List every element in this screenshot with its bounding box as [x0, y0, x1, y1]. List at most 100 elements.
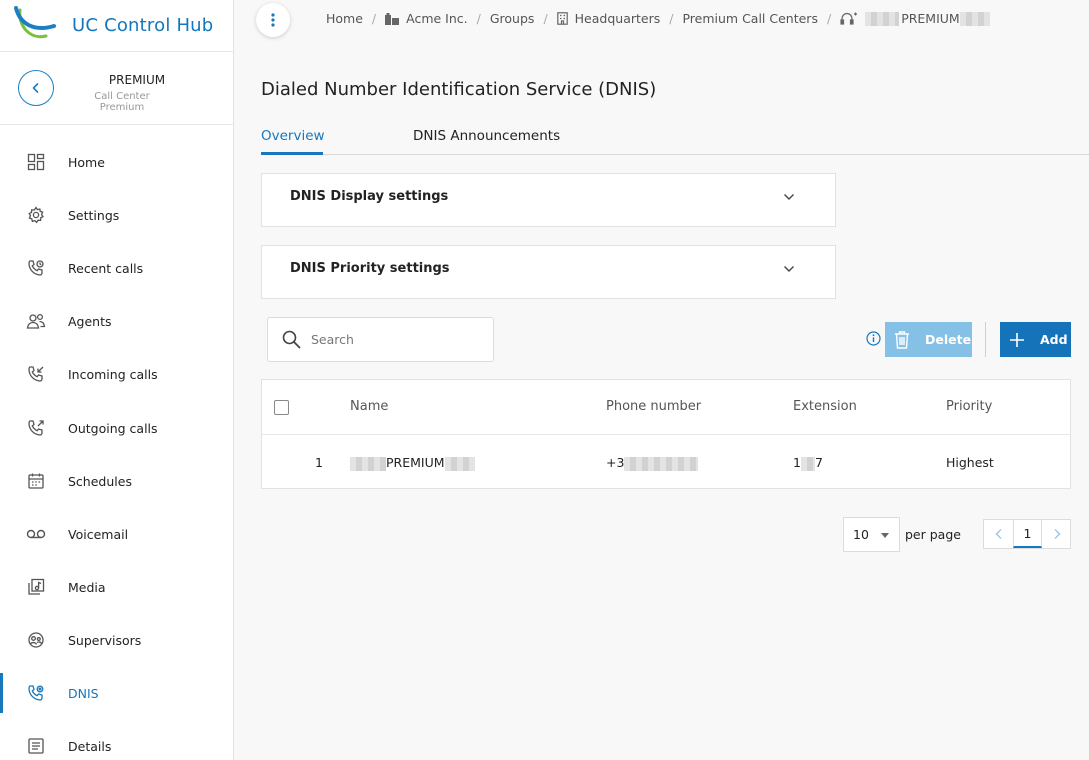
- row-phone: +3: [606, 455, 699, 471]
- sidebar-item-label: Details: [68, 738, 112, 754]
- sidebar-item-label: Voicemail: [68, 526, 129, 542]
- app-title: UC Control Hub: [72, 15, 214, 36]
- tab-bar: Overview DNIS Announcements: [261, 128, 1089, 155]
- breadcrumb-call-centers[interactable]: Premium Call Centers: [682, 11, 818, 26]
- redacted-text: [350, 456, 386, 471]
- tab-overview[interactable]: Overview: [261, 128, 325, 155]
- delete-button[interactable]: Delete: [885, 322, 972, 357]
- sidebar-item-label: Schedules: [68, 473, 132, 489]
- media-icon: [26, 577, 46, 597]
- trash-icon: [895, 330, 909, 349]
- context-header: PREMIUM Call Center Premium: [0, 52, 233, 125]
- page-title: Dialed Number Identification Service (DN…: [261, 79, 657, 100]
- phone-outgoing-icon: [26, 418, 46, 438]
- breadcrumb-current: PREMIUM: [901, 11, 960, 26]
- dnis-display-settings-panel[interactable]: DNIS Display settings: [261, 173, 836, 227]
- add-button-label: Add: [1040, 332, 1068, 347]
- sidebar-item-outgoing-calls[interactable]: Outgoing calls: [0, 408, 233, 448]
- divider: [985, 322, 986, 357]
- organization-icon: [385, 12, 400, 25]
- prev-page-button[interactable]: [984, 520, 1013, 548]
- dnis-table: Name Phone number Extension Priority 1 P…: [261, 379, 1071, 489]
- breadcrumb-home[interactable]: Home: [326, 11, 363, 26]
- per-page-label: per page: [905, 527, 961, 542]
- sidebar-item-label: Incoming calls: [68, 366, 158, 382]
- per-page-value: 10: [853, 527, 869, 542]
- sidebar-item-details[interactable]: Details: [0, 726, 233, 760]
- sidebar-item-label: Agents: [68, 313, 112, 329]
- search-box: [267, 317, 494, 362]
- gear-icon: [26, 205, 46, 225]
- panel-title: DNIS Display settings: [290, 189, 449, 204]
- row-extension-start: 1: [793, 455, 801, 470]
- redacted-text: [624, 456, 699, 471]
- sidebar-item-settings[interactable]: Settings: [0, 195, 233, 235]
- search-icon: [282, 330, 301, 349]
- breadcrumb-separator: /: [476, 11, 481, 26]
- voicemail-icon: [26, 524, 46, 544]
- redacted-text: [959, 11, 990, 26]
- more-menu-button[interactable]: [256, 3, 290, 37]
- dnis-priority-settings-panel[interactable]: DNIS Priority settings: [261, 245, 836, 299]
- row-name: PREMIUM: [350, 455, 475, 471]
- breadcrumb-headquarters[interactable]: Headquarters: [575, 11, 661, 26]
- sidebar-item-label: Settings: [68, 207, 120, 223]
- sidebar-item-incoming-calls[interactable]: Incoming calls: [0, 354, 233, 394]
- sidebar-item-agents[interactable]: Agents: [0, 301, 233, 341]
- caret-down-icon: [881, 533, 889, 538]
- sidebar-item-voicemail[interactable]: Voicemail: [0, 514, 233, 554]
- building-icon: [556, 12, 568, 25]
- column-header-priority[interactable]: Priority: [946, 399, 992, 414]
- app-logo: UC Control Hub: [0, 0, 233, 52]
- info-icon[interactable]: [866, 331, 881, 350]
- page-1-button[interactable]: 1: [1013, 520, 1042, 548]
- people-icon: [26, 311, 46, 331]
- sidebar-item-schedules[interactable]: Schedules: [0, 461, 233, 501]
- logo-swoosh-icon: [14, 5, 60, 46]
- breadcrumb-groups[interactable]: Groups: [490, 11, 535, 26]
- call-center-type: Call Center Premium: [94, 91, 150, 113]
- sidebar-item-dnis[interactable]: DNIS: [0, 673, 233, 713]
- sidebar-item-label: Outgoing calls: [68, 420, 158, 436]
- breadcrumb-organization[interactable]: Acme Inc.: [406, 11, 468, 26]
- row-index: 1: [315, 455, 323, 470]
- breadcrumb-separator: /: [543, 11, 548, 26]
- next-page-button[interactable]: [1042, 520, 1071, 548]
- column-header-phone[interactable]: Phone number: [606, 399, 701, 414]
- sidebar-item-media[interactable]: Media: [0, 567, 233, 607]
- row-name-text: PREMIUM: [386, 455, 445, 470]
- per-page-select[interactable]: 10: [843, 517, 900, 552]
- sidebar: UC Control Hub PREMIUM Call Center Premi…: [0, 0, 234, 760]
- pagination: 1: [983, 519, 1071, 549]
- sidebar-item-home[interactable]: Home: [0, 142, 233, 182]
- sidebar-item-recent-calls[interactable]: Recent calls: [0, 248, 233, 288]
- select-all-checkbox[interactable]: [274, 400, 289, 415]
- row-extension-end: 7: [814, 455, 823, 470]
- add-button[interactable]: Add: [1000, 322, 1071, 357]
- column-header-name[interactable]: Name: [350, 399, 388, 414]
- supervisor-icon: [26, 630, 46, 650]
- panel-title: DNIS Priority settings: [290, 261, 450, 276]
- search-input[interactable]: [311, 332, 481, 347]
- column-header-extension[interactable]: Extension: [793, 399, 857, 414]
- sidebar-item-label: Home: [68, 154, 105, 170]
- breadcrumb-separator: /: [669, 11, 674, 26]
- dashboard-icon: [26, 152, 46, 172]
- sidebar-item-label: Supervisors: [68, 632, 142, 648]
- delete-button-label: Delete: [925, 332, 972, 347]
- chevron-left-icon: [995, 529, 1001, 539]
- plus-icon: [1010, 332, 1024, 347]
- redacted-text: [865, 11, 900, 26]
- details-icon: [26, 736, 46, 756]
- table-header: Name Phone number Extension Priority: [262, 380, 1070, 435]
- kebab-icon: [271, 13, 275, 27]
- row-priority: Highest: [946, 455, 994, 470]
- tab-dnis-announcements[interactable]: DNIS Announcements: [413, 128, 560, 155]
- sidebar-item-supervisors[interactable]: Supervisors: [0, 620, 233, 660]
- breadcrumb-separator: /: [371, 11, 377, 26]
- row-extension: 17: [793, 455, 823, 471]
- calendar-icon: [26, 471, 46, 491]
- back-button[interactable]: [18, 70, 54, 106]
- sidebar-item-label: Recent calls: [68, 260, 144, 276]
- chevron-right-icon: [1054, 529, 1060, 539]
